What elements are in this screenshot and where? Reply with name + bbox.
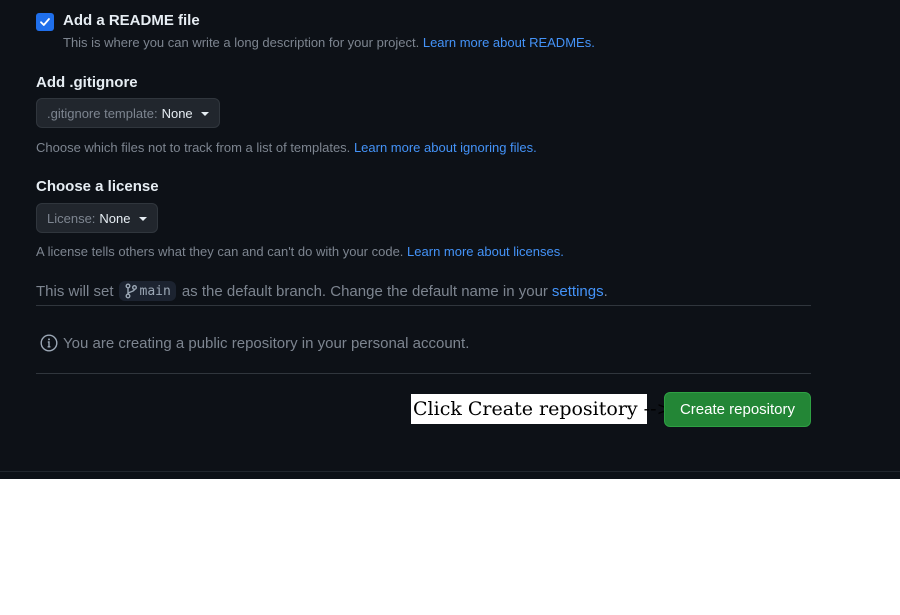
branch-name: main <box>139 283 171 299</box>
license-dropdown[interactable]: License: None <box>36 203 158 233</box>
readme-description-text: This is where you can write a long descr… <box>63 35 420 50</box>
instruction-annotation: Click Create repository --> <box>411 394 672 424</box>
public-repo-notice: You are creating a public repository in … <box>40 334 469 352</box>
branch-prefix: This will set <box>36 282 114 300</box>
gitignore-dropdown-key: .gitignore template: <box>47 105 158 121</box>
readme-learn-more-link[interactable]: Learn more about READMEs. <box>423 35 595 50</box>
section-divider <box>36 305 811 306</box>
gitignore-helper: Choose which files not to track from a l… <box>36 140 537 155</box>
caret-down-icon <box>200 112 209 116</box>
public-repo-notice-text: You are creating a public repository in … <box>63 334 470 352</box>
license-title: Choose a license <box>36 178 159 195</box>
footer-divider <box>0 471 900 472</box>
readme-checkbox[interactable] <box>36 13 54 31</box>
gitignore-helper-text: Choose which files not to track from a l… <box>36 140 351 155</box>
readme-label[interactable]: Add a README file <box>63 12 200 29</box>
default-branch-notice: This will set main as the default branch… <box>36 281 608 301</box>
section-divider <box>36 373 811 374</box>
gitignore-title: Add .gitignore <box>36 74 138 91</box>
gitignore-dropdown-value: None <box>161 105 193 121</box>
info-icon <box>40 334 58 352</box>
caret-down-icon <box>138 217 147 221</box>
check-icon <box>40 18 50 26</box>
license-learn-more-link[interactable]: Learn more about licenses. <box>407 244 564 259</box>
branch-name-pill: main <box>118 281 176 301</box>
branch-end: . <box>603 282 608 300</box>
license-helper-text: A license tells others what they can and… <box>36 244 404 259</box>
gitignore-template-dropdown[interactable]: .gitignore template: None <box>36 98 220 128</box>
license-dropdown-key: License: <box>47 210 96 226</box>
settings-link[interactable]: settings <box>552 283 604 300</box>
gitignore-learn-more-link[interactable]: Learn more about ignoring files. <box>354 140 537 155</box>
branch-suffix: as the default branch. Change the defaul… <box>181 282 548 300</box>
create-repository-button[interactable]: Create repository <box>664 392 811 427</box>
license-dropdown-value: None <box>99 210 131 226</box>
license-helper: A license tells others what they can and… <box>36 244 564 259</box>
readme-description: This is where you can write a long descr… <box>63 35 595 50</box>
git-branch-icon <box>125 283 137 299</box>
